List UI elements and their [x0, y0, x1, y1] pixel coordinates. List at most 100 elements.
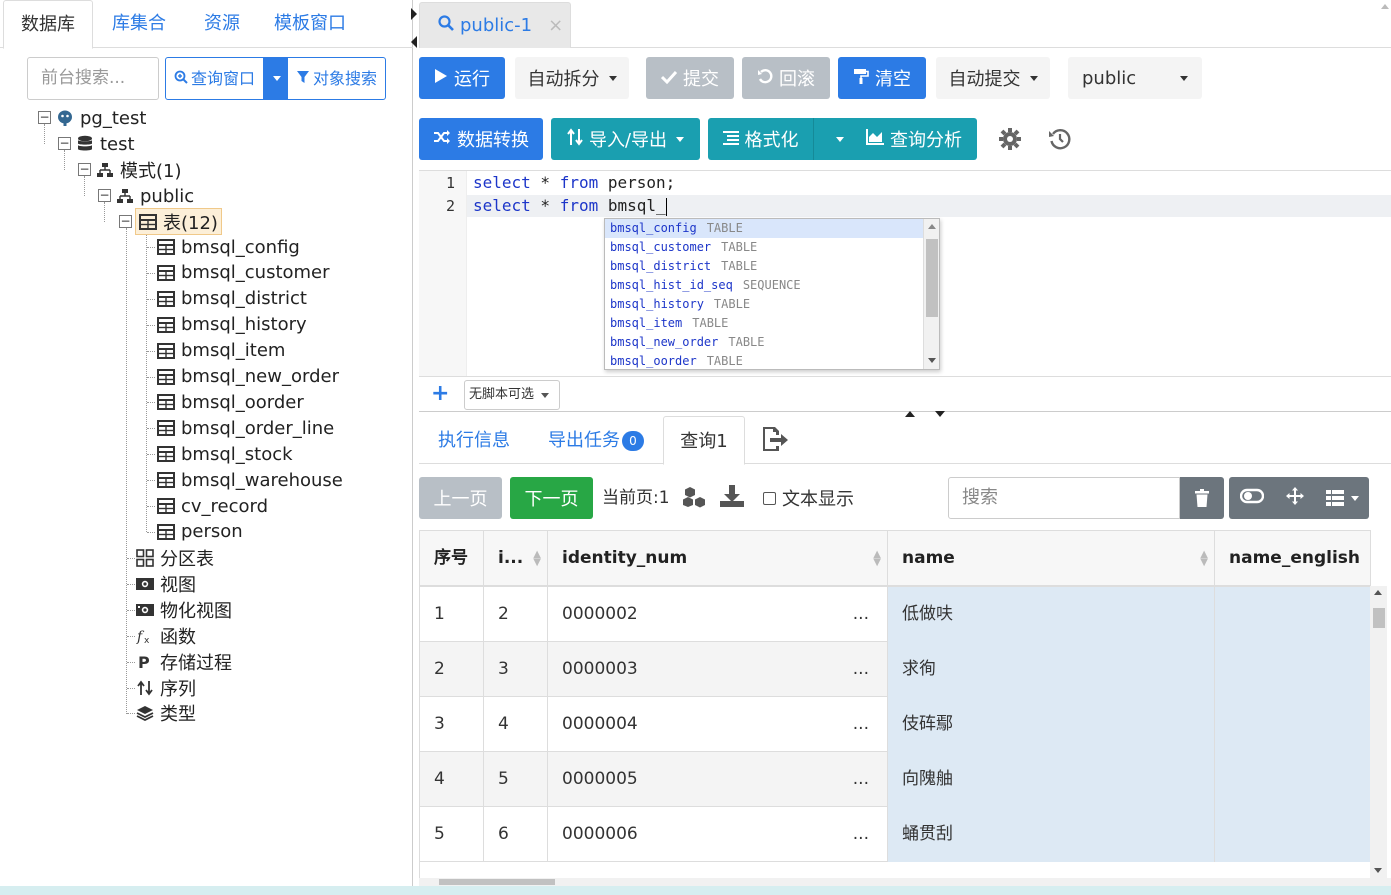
cell-expand-button[interactable]: ... — [853, 587, 869, 642]
collapse-tables-toggle[interactable]: − — [119, 215, 132, 228]
cell-seq[interactable]: 2 — [420, 642, 484, 697]
scroll-down-icon[interactable] — [928, 358, 936, 363]
cell-seq[interactable]: 3 — [420, 697, 484, 752]
prev-page-button[interactable]: 上一页 — [419, 477, 502, 519]
auto-commit-dropdown[interactable]: 自动提交 — [936, 57, 1050, 99]
tree-schema-public[interactable]: public — [116, 183, 194, 209]
column-header-name[interactable]: name ▲ ▼ — [888, 531, 1215, 586]
tab-exec-info[interactable]: 执行信息 — [438, 416, 510, 464]
tree-table-item[interactable]: bmsql_customer — [157, 260, 330, 286]
autocomplete-item[interactable]: bmsql_config TABLE — [605, 219, 939, 238]
left-search-input[interactable]: 前台搜索... — [27, 57, 159, 100]
cell-name-english[interactable] — [1215, 752, 1370, 807]
cell-name[interactable]: 低做呋 — [888, 587, 1215, 642]
collapse-connection-toggle[interactable]: − — [38, 111, 51, 124]
page-scrollbar[interactable] — [1376, 0, 1391, 886]
tree-folder-item[interactable]: 物化视图 — [136, 597, 232, 623]
query-window-button[interactable]: 查询窗口 — [166, 58, 263, 99]
collapse-schema-toggle[interactable]: − — [98, 189, 111, 202]
tree-folder-item[interactable]: 视图 — [136, 571, 196, 597]
cell-id[interactable]: 3 — [484, 642, 548, 697]
autocomplete-item[interactable]: bmsql_history TABLE — [605, 295, 939, 314]
table-row[interactable]: 5 6 0000006... 蛹贯刮 — [420, 807, 1370, 862]
table-row[interactable]: 4 5 0000005... 向隗舳 — [420, 752, 1370, 807]
history-icon[interactable] — [1044, 118, 1076, 160]
clear-button[interactable]: 清空 — [838, 57, 926, 99]
column-header-identity-num[interactable]: identity_num ▲ ▼ — [548, 531, 888, 586]
tree-table-item[interactable]: bmsql_history — [157, 312, 307, 338]
tree-schemas-folder[interactable]: 模式(1) — [96, 157, 182, 183]
tree-table-item[interactable]: person — [157, 519, 243, 545]
cell-expand-button[interactable]: ... — [853, 642, 869, 697]
sql-editor[interactable]: 1 2 select * from person; select * from … — [419, 170, 1391, 377]
autocomplete-item[interactable]: bmsql_oorder TABLE — [605, 352, 939, 369]
commit-button[interactable]: 提交 — [646, 57, 734, 99]
tree-table-item[interactable]: bmsql_warehouse — [157, 467, 343, 493]
export-icon[interactable] — [761, 426, 789, 456]
sort-icon[interactable]: ▲ ▼ — [533, 550, 541, 568]
format-button[interactable]: 格式化 — [708, 118, 813, 160]
tree-folder-item[interactable]: 分区表 — [136, 545, 214, 571]
cell-identity-num[interactable]: 0000006... — [548, 807, 888, 862]
tab-resources[interactable]: 资源 — [204, 0, 240, 48]
schema-select[interactable]: public — [1068, 57, 1202, 99]
cell-seq[interactable]: 5 — [420, 807, 484, 862]
cell-id[interactable]: 5 — [484, 752, 548, 807]
text-display-toggle[interactable]: 文本显示 — [763, 477, 854, 519]
expand-left-icon[interactable] — [411, 36, 417, 48]
cell-expand-button[interactable]: ... — [853, 697, 869, 752]
tab-collections[interactable]: 库集合 — [112, 0, 166, 48]
run-button[interactable]: 运行 — [419, 57, 505, 99]
autocomplete-scrollbar[interactable] — [923, 219, 939, 369]
download-icon[interactable] — [719, 484, 745, 512]
table-row[interactable]: 2 3 0000003... 求徇 — [420, 642, 1370, 697]
settings-gear-icon[interactable] — [994, 118, 1026, 160]
cell-name-english[interactable] — [1215, 697, 1370, 752]
cell-id[interactable]: 6 — [484, 807, 548, 862]
cell-name-english[interactable] — [1215, 587, 1370, 642]
cell-identity-num[interactable]: 0000004... — [548, 697, 888, 752]
trash-icon[interactable] — [1180, 477, 1224, 519]
sort-icon[interactable]: ▲ ▼ — [1200, 550, 1208, 568]
cell-expand-button[interactable]: ... — [853, 752, 869, 807]
cell-identity-num[interactable]: 0000005... — [548, 752, 888, 807]
script-select[interactable]: 无脚本可选 — [464, 380, 560, 410]
tab-template-window[interactable]: 模板窗口 — [274, 0, 346, 48]
object-search-button[interactable]: 对象搜索 — [287, 58, 385, 99]
query-window-dropdown[interactable] — [263, 58, 288, 99]
move-arrows-icon[interactable] — [1285, 486, 1305, 510]
cell-seq[interactable]: 4 — [420, 752, 484, 807]
cubes-icon[interactable] — [682, 486, 708, 512]
rollback-button[interactable]: 回滚 — [742, 57, 830, 99]
tab-query-1[interactable]: 查询1 — [663, 416, 745, 465]
cell-name-english[interactable] — [1215, 807, 1370, 862]
autocomplete-item[interactable]: bmsql_hist_id_seq SEQUENCE — [605, 276, 939, 295]
add-script-icon[interactable]: + — [431, 381, 449, 406]
scroll-up-icon[interactable] — [1381, 4, 1389, 9]
autocomplete-item[interactable]: bmsql_new_order TABLE — [605, 333, 939, 352]
autocomplete-item[interactable]: bmsql_district TABLE — [605, 257, 939, 276]
scroll-up-icon[interactable] — [928, 224, 936, 229]
cell-id[interactable]: 4 — [484, 697, 548, 752]
cell-id[interactable]: 2 — [484, 587, 548, 642]
cell-name[interactable]: 蛹贯刮 — [888, 807, 1215, 862]
tree-folder-item[interactable]: P 存储过程 — [136, 649, 232, 675]
panel-splitter[interactable] — [419, 411, 1391, 417]
cell-name[interactable]: 向隗舳 — [888, 752, 1215, 807]
sort-icon[interactable]: ▲ ▼ — [873, 550, 881, 568]
tree-folder-item[interactable]: 序列 — [136, 675, 196, 701]
autocomplete-item[interactable]: bmsql_customer TABLE — [605, 238, 939, 257]
tree-table-item[interactable]: bmsql_config — [157, 234, 300, 260]
autocomplete-scroll-thumb[interactable] — [926, 239, 938, 317]
autocomplete-item[interactable]: bmsql_item TABLE — [605, 314, 939, 333]
cell-expand-button[interactable]: ... — [853, 807, 869, 862]
query-analyze-button[interactable]: 查询分析 — [851, 118, 977, 160]
grid-horizontal-scrollbar[interactable] — [419, 878, 1391, 886]
tree-folder-item[interactable]: f x 函数 — [136, 623, 196, 649]
cell-seq[interactable]: 1 — [420, 587, 484, 642]
text-display-checkbox[interactable] — [763, 491, 776, 505]
collapse-database-toggle[interactable]: − — [58, 137, 71, 150]
tab-export-task[interactable]: 导出任务 0 — [548, 416, 644, 464]
tree-table-item[interactable]: cv_record — [157, 493, 268, 519]
tree-table-item[interactable]: bmsql_new_order — [157, 364, 339, 390]
